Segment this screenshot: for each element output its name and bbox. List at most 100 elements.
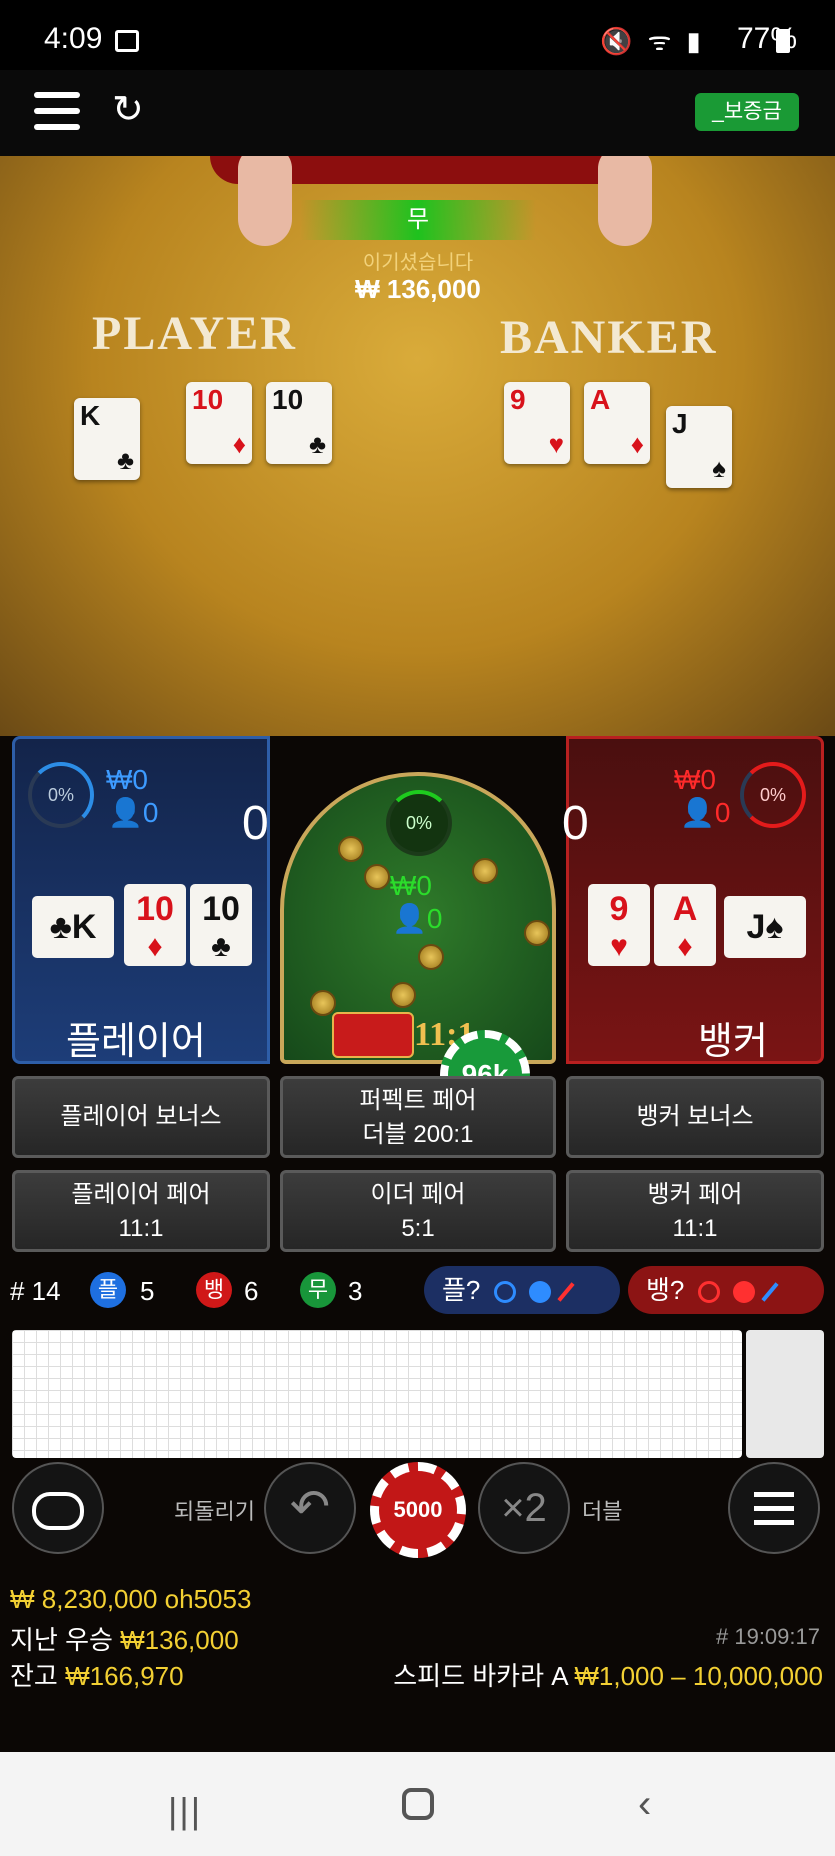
system-nav-bar: ||| ‹: [0, 1752, 835, 1856]
undo-button[interactable]: ↶: [264, 1462, 356, 1554]
perfect-pair-button[interactable]: 퍼펙트 페어 더블 200:1: [280, 1076, 556, 1158]
person-icon: 👤: [108, 797, 143, 828]
banker-card-3: J♠: [724, 896, 806, 958]
menu-icon[interactable]: [34, 92, 80, 130]
deposit-button[interactable]: _보증금: [695, 93, 799, 131]
perfect-pair-odds: 더블 200:1: [362, 1121, 474, 1148]
balance-amount: ₩166,970: [65, 1661, 184, 1691]
banker-label: 뱅커: [698, 1021, 768, 1063]
player-score: 0: [242, 797, 269, 850]
home-icon[interactable]: [402, 1788, 434, 1820]
banker-bettor-count: 👤0: [680, 797, 731, 828]
last-win-amount: ₩136,000: [120, 1625, 239, 1655]
total-balance: ₩ 8,230,000: [10, 1584, 158, 1614]
banker-ask-label: 뱅?: [646, 1275, 685, 1305]
last-win-line: 지난 우승 ₩136,000: [10, 1620, 239, 1657]
banker-win-count: 6: [244, 1276, 259, 1306]
perfect-pair-label: 퍼펙트 페어: [359, 1087, 477, 1114]
table-player-card-3: 10 ♣: [266, 382, 332, 464]
banker-score: 0: [562, 797, 589, 850]
result-banner: 무: [300, 200, 536, 240]
signal-wifi-mute-icons: 🔇 ᯤ ▮: [600, 26, 705, 56]
win-message: 이기셨습니다: [362, 252, 474, 274]
player-card-2: 10 ♦: [124, 884, 186, 966]
player-pair-button[interactable]: 플레이어 페어 11:1: [12, 1170, 270, 1252]
recent-apps-icon[interactable]: |||: [168, 1790, 202, 1832]
banker-pair-odds: 11:1: [672, 1215, 718, 1242]
back-icon[interactable]: ‹: [638, 1782, 651, 1827]
bet-chip-icon: [472, 858, 498, 884]
table-name: 스피드 바카라 A: [393, 1661, 568, 1691]
bet-chip-icon: [524, 920, 550, 946]
tie-win-count: 3: [348, 1276, 363, 1306]
table-icon: [32, 1492, 84, 1530]
lobby-button[interactable]: [12, 1462, 104, 1554]
table-info: 스피드 바카라 A ₩1,000 – 10,000,000: [393, 1656, 823, 1693]
balance-label: 잔고: [10, 1661, 58, 1691]
double-button[interactable]: ×2: [478, 1462, 570, 1554]
player-label: 플레이어: [66, 1021, 206, 1063]
banker-ask-button[interactable]: 뱅?: [628, 1266, 824, 1314]
banker-bonus-button[interactable]: 뱅커 보너스: [566, 1076, 824, 1158]
double-icon: ×2: [501, 1486, 547, 1530]
player-ask-button[interactable]: 플?: [424, 1266, 620, 1314]
slash-icon: [557, 1282, 575, 1302]
status-bar: 4:09 🔇 ᯤ ▮ 77%: [0, 0, 835, 70]
game-menu-button[interactable]: [728, 1462, 820, 1554]
slash-icon: [761, 1282, 779, 1302]
round-number: # 14: [10, 1276, 61, 1306]
player-bettor-count: 👤0: [108, 797, 159, 828]
red-envelope-icon: [332, 1012, 414, 1058]
banker-win-icon: 뱅: [196, 1272, 232, 1308]
status-time: 4:09: [44, 22, 103, 55]
banker-card-1: 9 ♥: [588, 884, 650, 966]
bet-chip-icon: [310, 990, 336, 1016]
either-pair-label: 이더 페어: [370, 1181, 466, 1208]
player-win-count: 5: [140, 1276, 155, 1306]
chip-selector[interactable]: 5000: [370, 1462, 466, 1558]
table-player-card-2: 10 ♦: [186, 382, 252, 464]
last-win-label: 지난 우승: [10, 1625, 113, 1655]
tie-bettor-count: 👤0: [392, 903, 443, 934]
tie-bet-amount: ₩0: [390, 870, 432, 901]
username: oh5053: [164, 1584, 252, 1614]
banker-card-2: A ♦: [654, 884, 716, 966]
person-icon: 👤: [392, 903, 427, 934]
table-banker-card-3: J ♠: [666, 406, 732, 488]
hollow-circle-icon: [697, 1281, 720, 1304]
bet-limits: ₩1,000 – 10,000,000: [574, 1661, 823, 1691]
player-pair-odds: 11:1: [118, 1215, 164, 1242]
either-pair-button[interactable]: 이더 페어 5:1: [280, 1170, 556, 1252]
player-table-title: PLAYER: [92, 307, 297, 360]
big-road-summary[interactable]: [746, 1330, 824, 1458]
bet-chip-icon: [338, 836, 364, 862]
banker-pair-label: 뱅커 페어: [647, 1181, 743, 1208]
player-ask-label: 플?: [442, 1275, 481, 1305]
undo-icon: ↶: [289, 1481, 331, 1534]
hollow-circle-icon: [493, 1281, 516, 1304]
tie-percent-ring: 0%: [386, 790, 452, 856]
gallery-icon: [115, 30, 139, 52]
player-percent-ring: 0%: [28, 762, 94, 828]
game-id: # 19:09:17: [716, 1624, 820, 1649]
bet-chip-icon: [418, 944, 444, 970]
reload-icon[interactable]: ↻: [112, 90, 152, 130]
table-player-card-1: K ♣: [74, 398, 140, 480]
tie-win-icon: 무: [300, 1272, 336, 1308]
account-line: ₩ 8,230,000 oh5053: [10, 1584, 251, 1615]
player-pair-label: 플레이어 페어: [71, 1181, 211, 1208]
either-pair-odds: 5:1: [401, 1215, 435, 1242]
player-bonus-button[interactable]: 플레이어 보너스: [12, 1076, 270, 1158]
undo-label: 되돌리기: [174, 1499, 255, 1524]
bet-chip-icon: [364, 864, 390, 890]
table-banker-card-2: A ♦: [584, 382, 650, 464]
table-banker-card-1: 9 ♥: [504, 382, 570, 464]
banker-pair-button[interactable]: 뱅커 페어 11:1: [566, 1170, 824, 1252]
bead-road-grid[interactable]: [12, 1330, 742, 1458]
banker-table-title: BANKER: [500, 311, 718, 364]
bet-chip-icon: [390, 982, 416, 1008]
balance-line: 잔고 ₩166,970: [10, 1656, 184, 1693]
person-icon: 👤: [680, 797, 715, 828]
player-win-icon: 플: [90, 1272, 126, 1308]
player-bet-amount: ₩0: [106, 764, 148, 795]
